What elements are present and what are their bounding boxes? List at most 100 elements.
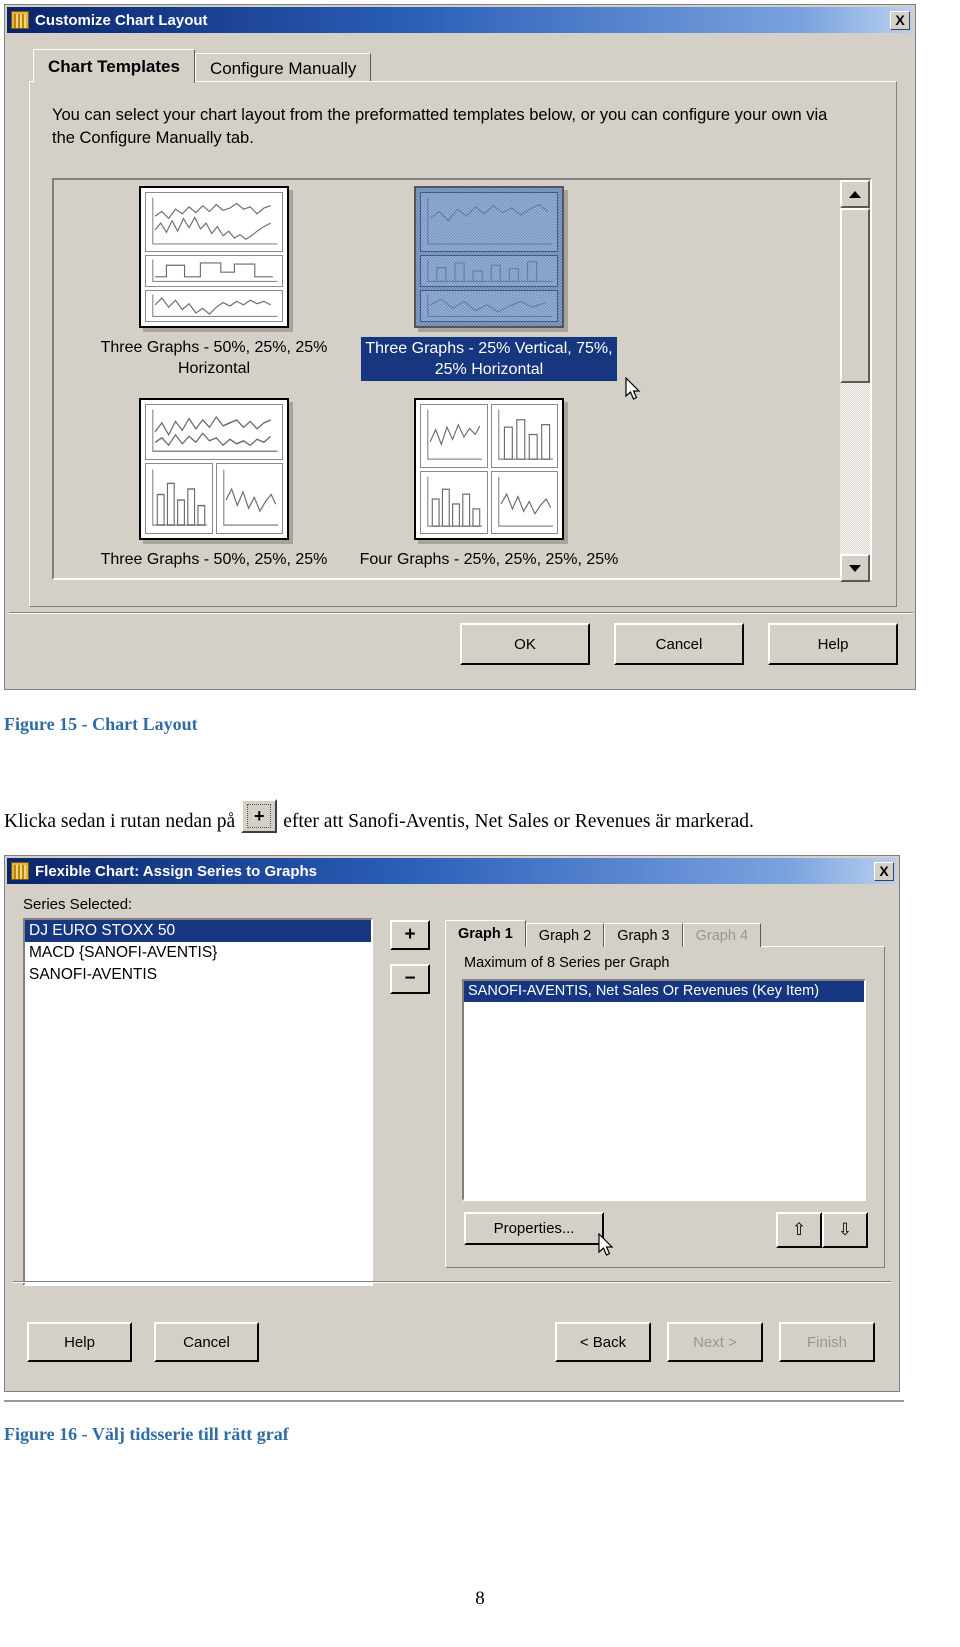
- tabstrip: Chart Templates Configure Manually: [33, 49, 372, 83]
- intro-text: You can select your chart layout from th…: [52, 106, 828, 147]
- line-chart-icon: [497, 476, 553, 527]
- tab-graph-1[interactable]: Graph 1: [445, 920, 526, 947]
- app-icon: [11, 862, 29, 880]
- template-item-3[interactable]: Three Graphs - 50%, 25%, 25%: [74, 398, 354, 570]
- instruction-text-before: Klicka sedan i rutan nedan på: [4, 811, 236, 832]
- app-icon: [11, 11, 29, 29]
- next-button: Next >: [667, 1322, 763, 1362]
- help-button[interactable]: Help: [768, 623, 898, 665]
- dialog-button-row: OK Cancel Help: [460, 623, 898, 665]
- thumb-pane-line: [490, 470, 558, 534]
- template-item-4[interactable]: Four Graphs - 25%, 25%, 25%, 25%: [349, 398, 629, 570]
- scroll-down-button[interactable]: [840, 554, 870, 582]
- instruction-text-after: efter att Sanofi-Aventis, Net Sales or R…: [283, 811, 754, 832]
- dialog-title: Customize Chart Layout: [35, 11, 208, 29]
- line-chart-icon-small: [152, 294, 278, 317]
- scroll-up-button[interactable]: [840, 180, 870, 208]
- chevron-up-icon: [849, 190, 861, 198]
- list-item[interactable]: MACD {SANOFI-AVENTIS}: [25, 942, 371, 964]
- tab-configure-manually[interactable]: Configure Manually: [194, 53, 372, 83]
- bar-chart-icon: [427, 476, 482, 527]
- bar-chart-icon: [152, 469, 207, 526]
- add-series-button[interactable]: +: [390, 920, 430, 950]
- thumb-row: [145, 462, 283, 534]
- thumb-pane-bar: [145, 462, 213, 534]
- template-thumbnail-1[interactable]: [139, 186, 289, 328]
- series-selected-list[interactable]: DJ EURO STOXX 50 MACD {SANOFI-AVENTIS} S…: [23, 918, 373, 1286]
- line-chart-icon: [427, 197, 553, 245]
- move-up-button[interactable]: ⇧: [776, 1212, 822, 1248]
- tab-graph-4: Graph 4: [682, 923, 762, 947]
- thumb-pane-line-large: [420, 192, 558, 252]
- help-button[interactable]: Help: [27, 1322, 132, 1362]
- properties-button[interactable]: Properties...: [464, 1212, 604, 1245]
- bar-chart-icon: [427, 259, 553, 282]
- thumb-row-bottom: [420, 470, 558, 534]
- list-item[interactable]: DJ EURO STOXX 50: [25, 920, 371, 942]
- tab-panel-chart-templates: You can select your chart layout from th…: [29, 81, 897, 607]
- graph-assignment-panel: Graph 1 Graph 2 Graph 3 Graph 4 Maximum …: [445, 920, 885, 1268]
- thumb-row-top: [420, 404, 558, 468]
- chevron-down-icon: [849, 564, 861, 572]
- close-icon[interactable]: X: [874, 861, 894, 881]
- list-item[interactable]: SANOFI-AVENTIS: [25, 964, 371, 986]
- thumb-pane-line-small: [145, 289, 283, 322]
- template-thumbnail-3[interactable]: [139, 398, 289, 540]
- back-button[interactable]: < Back: [555, 1322, 651, 1362]
- template-caption-2: Three Graphs - 25% Vertical, 75%, 25% Ho…: [360, 336, 618, 382]
- step-chart-icon: [152, 259, 278, 282]
- plus-icon: +: [246, 804, 272, 828]
- series-selected-label: Series Selected:: [23, 896, 133, 913]
- scrollbar-thumb[interactable]: [840, 208, 870, 383]
- thumb-pane-line-large: [145, 192, 283, 252]
- figure-15-caption: Figure 15 - Chart Layout: [4, 714, 198, 734]
- finish-button: Finish: [779, 1322, 875, 1362]
- assign-series-dialog: Flexible Chart: Assign Series to Graphs …: [4, 855, 900, 1392]
- instruction-paragraph: Klicka sedan i rutan nedan på + efter at…: [4, 799, 904, 839]
- template-item-1[interactable]: Three Graphs - 50%, 25%, 25% Horizontal: [74, 186, 354, 379]
- line-chart-icon: [152, 409, 278, 452]
- add-remove-button-group: + −: [390, 920, 430, 994]
- tab-graph-3[interactable]: Graph 3: [604, 923, 683, 947]
- thumb-pane-bar: [420, 254, 558, 287]
- thumb-pane-line: [420, 404, 488, 468]
- thumb-pane-step: [145, 254, 283, 287]
- template-gallery-viewport: Three Graphs - 50%, 25%, 25% Horizontal: [54, 180, 844, 582]
- page-divider-rule: [4, 1400, 904, 1402]
- dialog-titlebar[interactable]: Customize Chart Layout X: [7, 7, 913, 33]
- template-thumbnail-4[interactable]: [414, 398, 564, 540]
- ok-button[interactable]: OK: [460, 623, 590, 665]
- separator: [13, 1281, 891, 1283]
- template-thumbnail-2-selected[interactable]: [414, 186, 564, 328]
- graph-series-list[interactable]: SANOFI-AVENTIS, Net Sales Or Revenues (K…: [462, 979, 866, 1201]
- template-gallery[interactable]: Three Graphs - 50%, 25%, 25% Horizontal: [52, 178, 872, 582]
- template-item-2[interactable]: Three Graphs - 25% Vertical, 75%, 25% Ho…: [349, 186, 629, 382]
- graph-tabstrip: Graph 1 Graph 2 Graph 3 Graph 4: [445, 920, 762, 947]
- thumb-pane-line-wide: [145, 404, 283, 460]
- tab-graph-2[interactable]: Graph 2: [525, 923, 605, 947]
- list-item[interactable]: SANOFI-AVENTIS, Net Sales Or Revenues (K…: [464, 981, 864, 1002]
- move-down-button[interactable]: ⇩: [822, 1212, 868, 1248]
- thumb-pane-line-small: [420, 289, 558, 322]
- gallery-scrollbar[interactable]: [840, 180, 870, 582]
- page-number: 8: [475, 1588, 485, 1609]
- max-series-hint: Maximum of 8 Series per Graph: [464, 955, 670, 971]
- line-chart-icon: [222, 469, 278, 526]
- separator: [9, 612, 913, 614]
- cancel-button[interactable]: Cancel: [154, 1322, 259, 1362]
- thumb-pane-bar: [420, 470, 488, 534]
- plus-button-illustration[interactable]: +: [241, 799, 278, 833]
- thumb-pane-line: [215, 462, 283, 534]
- close-icon[interactable]: X: [890, 10, 910, 30]
- thumb-pane-bar: [490, 404, 558, 468]
- scrollbar-track[interactable]: [840, 208, 870, 554]
- remove-series-button[interactable]: −: [390, 964, 430, 994]
- tab-chart-templates[interactable]: Chart Templates: [33, 49, 195, 83]
- cancel-button[interactable]: Cancel: [614, 623, 744, 665]
- dialog2-titlebar[interactable]: Flexible Chart: Assign Series to Graphs …: [7, 858, 897, 884]
- reorder-button-group: ⇧ ⇩: [776, 1212, 868, 1248]
- line-chart-icon: [427, 409, 482, 460]
- template-caption-1: Three Graphs - 50%, 25%, 25% Horizontal: [100, 339, 328, 377]
- template-caption-3: Three Graphs - 50%, 25%, 25%: [100, 551, 328, 568]
- template-caption-4: Four Graphs - 25%, 25%, 25%, 25%: [359, 551, 619, 568]
